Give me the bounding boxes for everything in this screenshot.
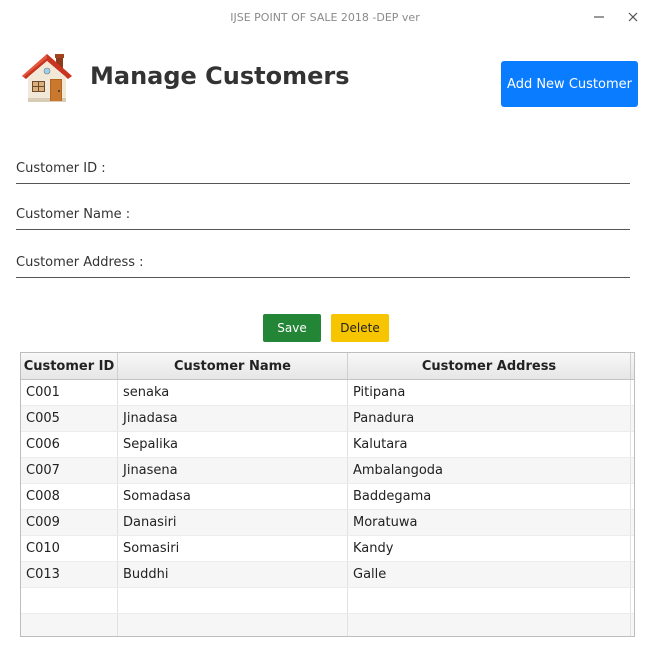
window-title: IJSE POINT OF SALE 2018 -DEP ver — [230, 11, 420, 24]
cell-customer-id: C008 — [21, 484, 118, 509]
cell-customer-name: Somadasa — [118, 484, 348, 509]
column-header-customer-address[interactable]: Customer Address — [348, 353, 631, 379]
minimize-icon — [594, 16, 604, 18]
cell-customer-address: Moratuwa — [348, 510, 631, 535]
column-header-customer-name[interactable]: Customer Name — [118, 353, 348, 379]
customer-address-label: Customer Address : — [16, 255, 144, 270]
customer-address-field[interactable]: Customer Address : — [16, 254, 630, 278]
table-row[interactable]: C013 Buddhi Galle — [21, 562, 634, 588]
table-row[interactable]: C009 Danasiri Moratuwa — [21, 510, 634, 536]
cell-customer-name: Sepalika — [118, 432, 348, 457]
cell-customer-id: C010 — [21, 536, 118, 561]
cell-customer-name: Danasiri — [118, 510, 348, 535]
close-icon — [628, 12, 638, 22]
cell-customer-id: C007 — [21, 458, 118, 483]
close-button[interactable] — [621, 6, 645, 28]
cell-customer-address: Panadura — [348, 406, 631, 431]
table-row[interactable]: C008 Somadasa Baddegama — [21, 484, 634, 510]
cell-customer-id: C013 — [21, 562, 118, 587]
customer-id-label: Customer ID : — [16, 161, 106, 176]
table-row[interactable]: C007 Jinasena Ambalangoda — [21, 458, 634, 484]
cell-customer-id: C009 — [21, 510, 118, 535]
column-header-customer-id[interactable]: Customer ID — [21, 353, 118, 379]
table-row-empty[interactable] — [21, 614, 634, 636]
window-titlebar: IJSE POINT OF SALE 2018 -DEP ver — [0, 0, 650, 36]
table-row[interactable]: C001 senaka Pitipana — [21, 380, 634, 406]
customer-name-label: Customer Name : — [16, 207, 131, 222]
table-header: Customer ID Customer Name Customer Addre… — [21, 353, 634, 380]
cell-customer-address: Baddegama — [348, 484, 631, 509]
cell-customer-name: senaka — [118, 380, 348, 405]
table-row[interactable]: C006 Sepalika Kalutara — [21, 432, 634, 458]
cell-customer-name: Jinasena — [118, 458, 348, 483]
customers-table[interactable]: Customer ID Customer Name Customer Addre… — [20, 352, 635, 637]
cell-customer-address: Kalutara — [348, 432, 631, 457]
cell-customer-name: Jinadasa — [118, 406, 348, 431]
minimize-button[interactable] — [587, 6, 611, 28]
cell-customer-address: Pitipana — [348, 380, 631, 405]
cell-customer-address: Kandy — [348, 536, 631, 561]
table-row[interactable]: C010 Somasiri Kandy — [21, 536, 634, 562]
cell-customer-name: Buddhi — [118, 562, 348, 587]
add-new-customer-button[interactable]: Add New Customer — [501, 61, 638, 107]
house-icon — [18, 50, 76, 106]
cell-customer-address: Galle — [348, 562, 631, 587]
table-row-empty[interactable] — [21, 588, 634, 614]
cell-customer-id: C006 — [21, 432, 118, 457]
customer-id-input[interactable] — [146, 160, 616, 182]
customer-name-field[interactable]: Customer Name : — [16, 206, 630, 230]
customer-address-input[interactable] — [146, 254, 616, 276]
cell-customer-id: C005 — [21, 406, 118, 431]
cell-empty — [348, 588, 631, 613]
customer-id-field[interactable]: Customer ID : — [16, 160, 630, 184]
cell-customer-name: Somasiri — [118, 536, 348, 561]
customer-name-input[interactable] — [146, 206, 616, 228]
delete-button[interactable]: Delete — [331, 314, 389, 342]
cell-empty — [21, 588, 118, 613]
page-title: Manage Customers — [90, 62, 350, 90]
cell-empty — [21, 614, 118, 636]
cell-customer-address: Ambalangoda — [348, 458, 631, 483]
save-button[interactable]: Save — [263, 314, 321, 342]
cell-empty — [118, 588, 348, 613]
cell-empty — [118, 614, 348, 636]
cell-customer-id: C001 — [21, 380, 118, 405]
cell-empty — [348, 614, 631, 636]
table-row[interactable]: C005 Jinadasa Panadura — [21, 406, 634, 432]
